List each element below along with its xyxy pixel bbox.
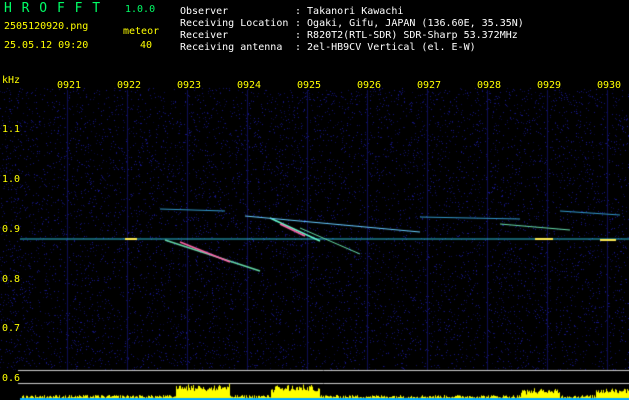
x-tick-label: 0929 (537, 80, 562, 91)
x-tick-label: 0930 (597, 80, 622, 91)
y-tick-label: 0.6 (2, 373, 21, 384)
x-tick-label: 0926 (357, 80, 382, 91)
x-tick-label: 0923 (177, 80, 202, 91)
capture-datetime: 25.05.12 09:20 (4, 40, 89, 51)
x-tick-label: 0924 (237, 80, 262, 91)
y-axis-unit: kHz (2, 75, 21, 86)
app-version: 1.0.0 (125, 4, 156, 15)
hrofft-window: H R O F F T 1.0.0 2505120920.png 25.05.1… (0, 0, 629, 400)
info-antenna-value: : 2el-HB9CV Vertical (el. E-W) (295, 42, 476, 53)
x-tick-label: 0922 (117, 80, 142, 91)
info-receiver-label: Receiver (180, 30, 229, 41)
x-tick-label: 0921 (57, 80, 82, 91)
y-tick-label: 0.9 (2, 224, 21, 235)
file-name: 2505120920.png (4, 21, 89, 32)
x-tick-label: 0925 (297, 80, 322, 91)
meteor-counter-value: 40 (140, 40, 153, 51)
info-location-label: Receiving Location (180, 18, 289, 29)
y-tick-label: 0.8 (2, 274, 21, 285)
info-receiver-value: : R820T2(RTL-SDR) SDR-Sharp 53.372MHz (295, 30, 518, 41)
info-antenna-label: Receiving antenna (180, 42, 283, 53)
app-logo: H R O F F T (4, 1, 102, 16)
y-tick-label: 1.1 (2, 124, 21, 135)
y-tick-label: 1.0 (2, 174, 21, 185)
info-location-value: : Ogaki, Gifu, JAPAN (136.60E, 35.35N) (295, 18, 524, 29)
info-observer-label: Observer (180, 6, 229, 17)
x-tick-label: 0928 (477, 80, 502, 91)
x-tick-label: 0927 (417, 80, 442, 91)
spectrogram (0, 78, 629, 400)
info-observer-value: : Takanori Kawachi (295, 6, 404, 17)
meteor-counter-label: meteor (123, 26, 160, 37)
y-tick-label: 0.7 (2, 323, 21, 334)
